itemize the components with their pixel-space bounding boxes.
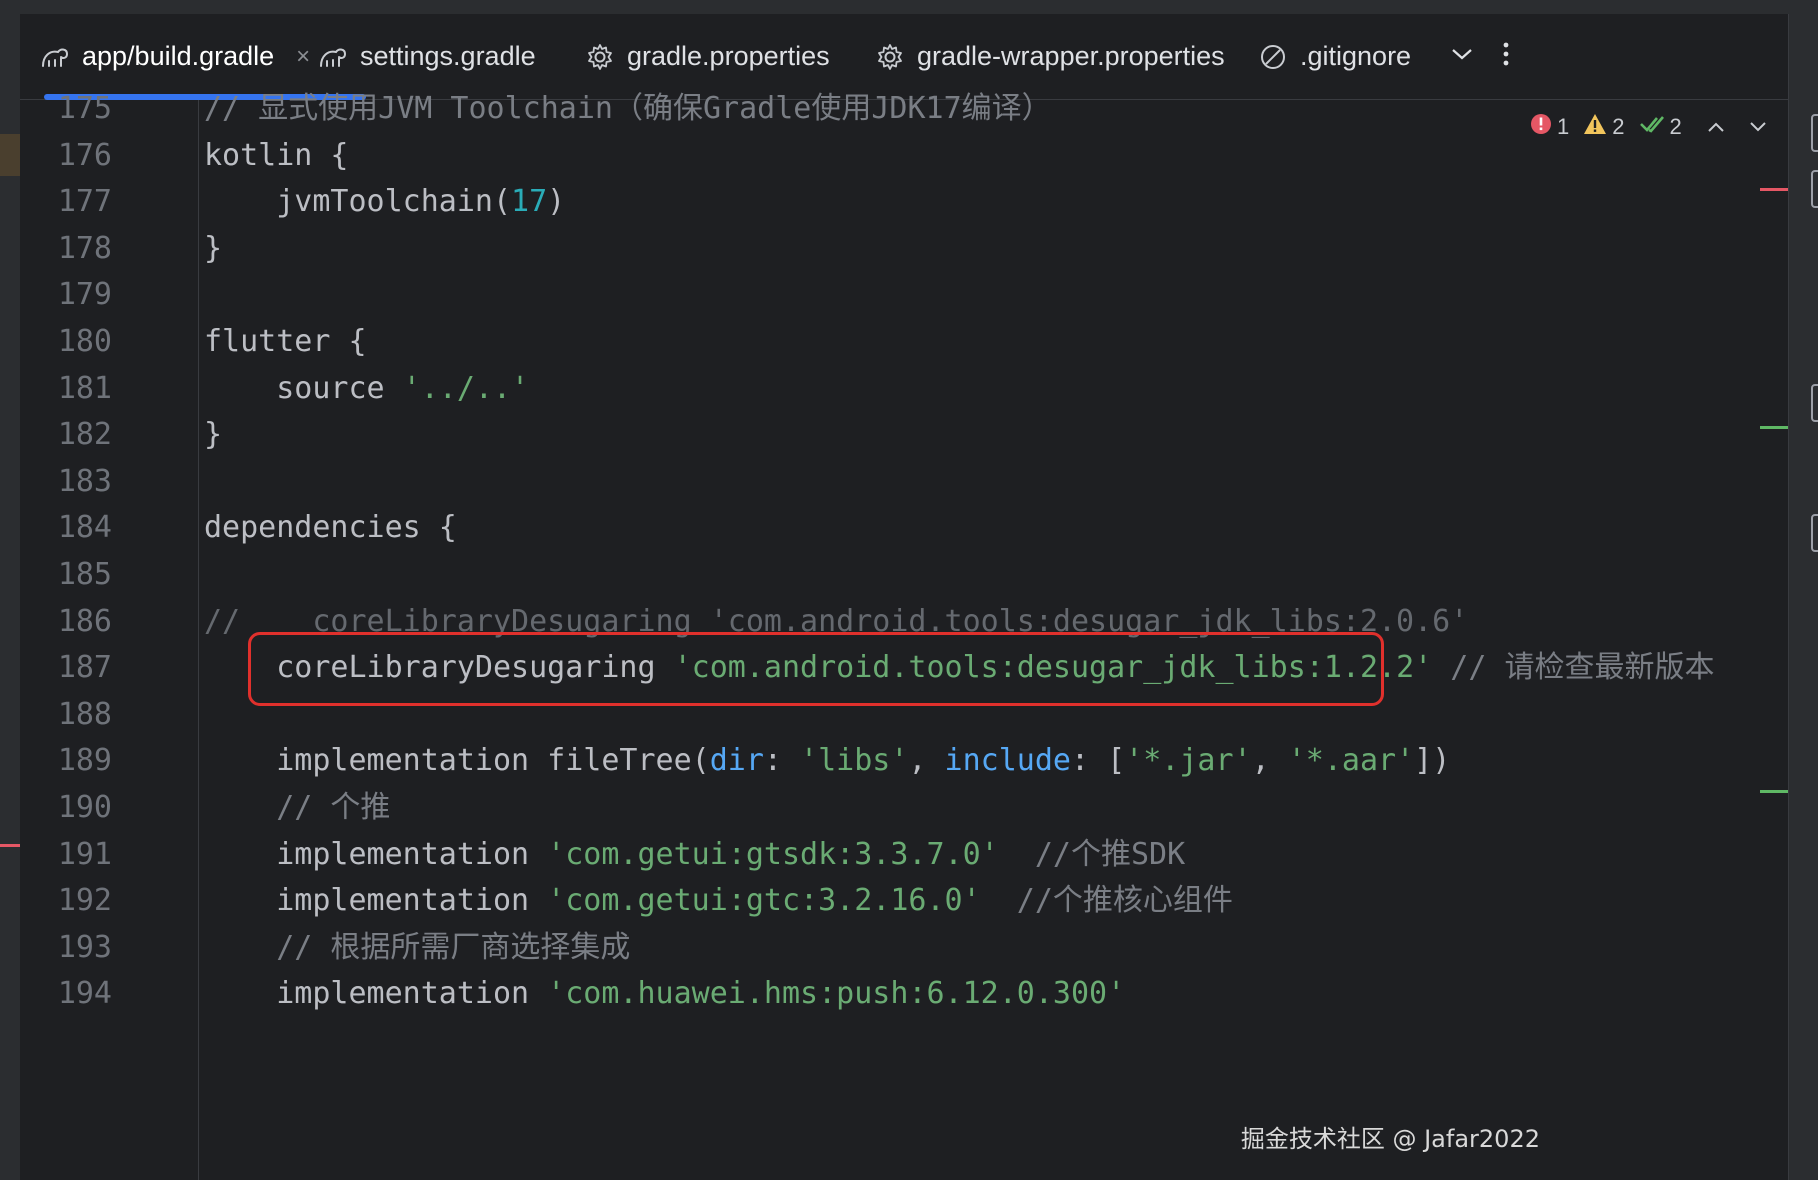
code-token: } xyxy=(204,417,223,453)
tab-label: gradle.properties xyxy=(627,41,830,71)
warning-count[interactable]: 2 xyxy=(1583,113,1625,141)
ignore-icon xyxy=(1258,42,1288,72)
tool-window-icon[interactable] xyxy=(1811,384,1818,422)
ok-count[interactable]: 2 xyxy=(1639,114,1682,140)
gradle-icon xyxy=(318,42,348,72)
code-token: //个推SDK xyxy=(998,836,1186,872)
error-stripe-marker[interactable] xyxy=(1760,188,1788,191)
code-token: implementation xyxy=(204,976,548,1012)
code-token: kotlin { xyxy=(204,137,349,173)
error-icon xyxy=(1530,113,1552,141)
gradle-icon xyxy=(40,42,70,72)
code-token: flutter { xyxy=(204,324,367,359)
right-tool-strip xyxy=(1788,14,1818,1180)
warning-icon xyxy=(1583,113,1607,141)
code-token: implementation fileTree( xyxy=(204,743,710,779)
highlight-annotation-box xyxy=(248,632,1384,706)
code-line[interactable]: 194 implementation 'com.huawei.hms:push:… xyxy=(20,967,1788,1021)
code-token: include xyxy=(944,743,1071,779)
change-stripe-marker[interactable] xyxy=(1760,426,1788,429)
gutter-bookmark-mark xyxy=(0,134,20,176)
chevron-down-icon[interactable] xyxy=(1748,114,1768,140)
code-token: source xyxy=(204,370,403,406)
code-token: 'com.getui:gtsdk:3.3.7.0' xyxy=(547,836,999,872)
tool-window-icon[interactable] xyxy=(1811,114,1818,152)
code-token: 'libs' xyxy=(800,743,909,779)
code-token: '../..' xyxy=(402,370,530,406)
left-tool-strip xyxy=(0,14,20,1180)
change-stripe-marker[interactable] xyxy=(1760,790,1788,793)
code-token: : [ xyxy=(1070,743,1126,779)
code-token: // 请检查最新版本 xyxy=(1432,650,1715,686)
tab-label: .gitignore xyxy=(1300,41,1412,71)
gear-icon xyxy=(585,42,615,72)
tab-label: app/build.gradle xyxy=(82,41,275,71)
error-count[interactable]: 1 xyxy=(1530,113,1569,141)
gutter-error-mark xyxy=(0,844,20,847)
code-token: implementation xyxy=(204,883,548,919)
code-token: implementation xyxy=(204,836,548,872)
code-token: , xyxy=(1251,743,1288,779)
window-top-strip xyxy=(0,0,1818,14)
watermark-text: 掘金技术社区 @ Jafar2022 xyxy=(1240,1125,1540,1153)
code-token: : xyxy=(763,743,801,779)
tab-label: gradle-wrapper.properties xyxy=(917,41,1225,71)
code-token: // 根据所需厂商选择集成 xyxy=(204,929,631,965)
tool-window-icon[interactable] xyxy=(1811,170,1818,208)
code-token: 'com.getui:gtc:3.2.16.0' xyxy=(547,883,981,919)
line-number: 194 xyxy=(57,976,112,1012)
code-token: ]) xyxy=(1414,743,1451,779)
code-token: //个推核心组件 xyxy=(980,883,1233,919)
tool-window-icon[interactable] xyxy=(1811,514,1818,552)
code-token: dependencies { xyxy=(204,510,457,546)
code-token: , xyxy=(908,743,945,779)
close-icon[interactable]: × xyxy=(296,43,310,71)
inspection-widget[interactable]: 1 2 2 xyxy=(1530,100,1768,154)
code-token: '*.jar' xyxy=(1125,743,1252,779)
gear-icon xyxy=(875,42,905,72)
code-text: implementation 'com.huawei.hms:push:6.12… xyxy=(204,967,1125,1021)
code-editor[interactable]: 175// 显式使用JVM Toolchain（确保Gradle使用JDK17编… xyxy=(20,91,1788,1180)
code-token: 17 xyxy=(511,184,548,220)
tab-label: settings.gradle xyxy=(360,41,536,71)
code-token: // 显式使用JVM Toolchain（确保Gradle使用JDK17编译） xyxy=(204,91,1052,126)
code-token: // 个推 xyxy=(204,790,391,825)
chevron-up-icon[interactable] xyxy=(1706,114,1726,140)
code-token: dir xyxy=(709,743,764,779)
code-token: '*.aar' xyxy=(1287,743,1415,779)
more-vertical-icon xyxy=(1502,41,1510,72)
code-token: } xyxy=(204,230,223,266)
code-token: ) xyxy=(547,184,566,220)
chevron-down-icon xyxy=(1450,46,1474,67)
double-check-icon xyxy=(1639,114,1665,140)
code-token: jvmToolchain( xyxy=(204,184,512,220)
code-token: 'com.huawei.hms:push:6.12.0.300' xyxy=(547,976,1126,1012)
